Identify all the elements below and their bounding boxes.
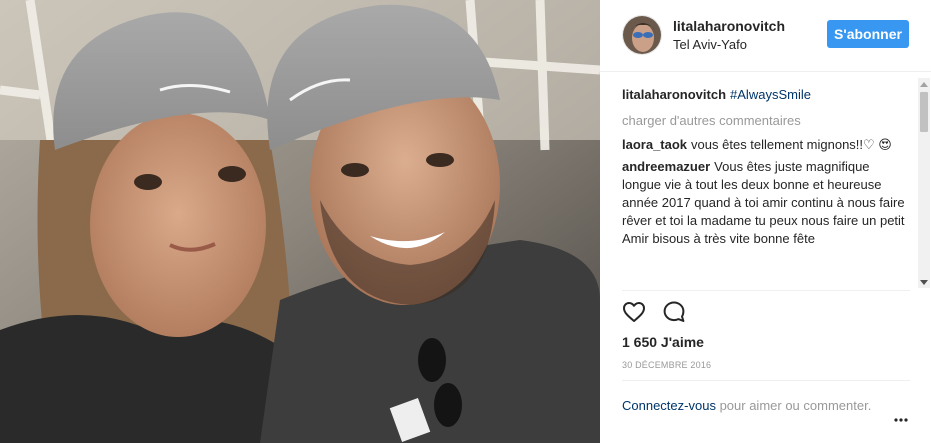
divider	[622, 290, 910, 291]
post-date: 30 DÉCEMBRE 2016	[622, 360, 712, 370]
load-more-comments-link[interactable]: charger d'autres commentaires	[622, 112, 912, 130]
caption: litalaharonovitch #AlwaysSmile	[622, 86, 912, 104]
login-prompt: Connectez-vous pour aimer ou commenter.	[622, 396, 882, 415]
scroll-up-arrow-icon[interactable]	[918, 78, 930, 90]
post-photo[interactable]	[0, 0, 600, 443]
post-actions	[622, 300, 686, 326]
avatar[interactable]	[622, 15, 662, 55]
login-link[interactable]: Connectez-vous	[622, 398, 716, 413]
post-header: litalaharonovitch Tel Aviv-Yafo S'abonne…	[600, 0, 931, 72]
comments-list: litalaharonovitch #AlwaysSmile charger d'…	[622, 86, 912, 288]
follow-button[interactable]: S'abonner	[827, 20, 909, 48]
username-link[interactable]: litalaharonovitch	[673, 18, 785, 34]
comment-item: laora_taok vous êtes tellement mignons!!♡…	[622, 136, 912, 154]
caption-username[interactable]: litalaharonovitch	[622, 87, 726, 102]
likes-count[interactable]: 1 650 J'aime	[622, 334, 704, 350]
comment-item: andreemazuer Vous êtes juste magnifique l…	[622, 158, 912, 248]
comment-bubble-icon[interactable]	[662, 300, 686, 324]
comment-username[interactable]: andreemazuer	[622, 159, 710, 174]
comment-text: vous êtes tellement mignons!!♡ 😍	[691, 137, 892, 152]
comment-username[interactable]: laora_taok	[622, 137, 687, 152]
scroll-down-arrow-icon[interactable]	[918, 276, 930, 288]
scrollbar-thumb[interactable]	[920, 92, 928, 132]
heart-icon[interactable]	[622, 300, 646, 324]
post-photo-image	[0, 0, 600, 443]
login-prompt-text: pour aimer ou commenter.	[715, 398, 872, 413]
caption-hashtag[interactable]: #AlwaysSmile	[730, 87, 811, 102]
more-options-icon[interactable]	[893, 412, 909, 428]
location-link[interactable]: Tel Aviv-Yafo	[673, 37, 747, 52]
comments-scrollbar[interactable]	[918, 78, 930, 288]
divider	[622, 380, 910, 381]
avatar-image	[623, 16, 661, 54]
